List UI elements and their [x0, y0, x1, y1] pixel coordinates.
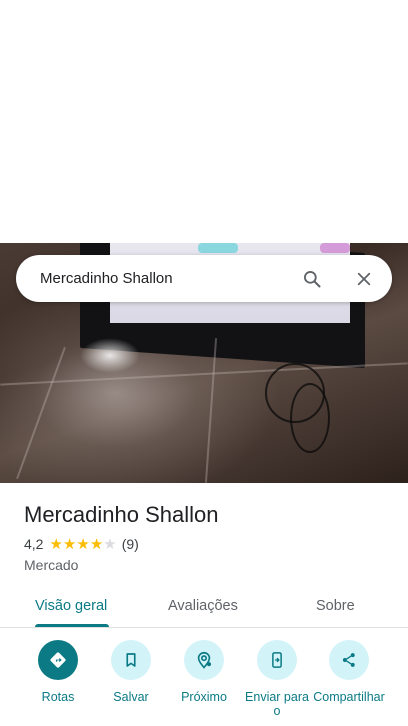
rating-stars: ★ ★ ★ ★ ★	[49, 537, 116, 552]
star-icon: ★	[62, 535, 77, 553]
star-icon: ★	[76, 535, 90, 553]
rating-value: 4,2	[24, 536, 44, 552]
close-icon[interactable]	[344, 259, 384, 299]
tab-overview[interactable]: Visão geral	[35, 584, 107, 628]
photo-tv-accent	[320, 243, 350, 253]
search-icon[interactable]	[292, 259, 332, 299]
nearby-label: Próximo	[181, 690, 227, 704]
save-label: Salvar	[113, 690, 149, 704]
photo-light-glare	[80, 338, 140, 373]
share-icon	[329, 640, 369, 680]
nearby-button[interactable]: Próximo	[164, 640, 244, 704]
tab-active-indicator	[35, 624, 109, 627]
rating-row[interactable]: 4,2 ★ ★ ★ ★ ★ (9)	[24, 536, 139, 552]
star-icon: ★	[49, 535, 63, 553]
directions-button[interactable]: Rotas	[18, 640, 98, 704]
star-icon: ★	[103, 535, 117, 553]
search-input[interactable]: Mercadinho Shallon	[40, 270, 292, 287]
bookmark-icon	[111, 640, 151, 680]
tab-about[interactable]: Sobre	[316, 584, 355, 628]
place-title: Mercadinho Shallon	[24, 502, 219, 527]
save-button[interactable]: Salvar	[91, 640, 171, 704]
search-bar[interactable]: Mercadinho Shallon	[16, 255, 392, 302]
photo-tv-accent	[198, 243, 238, 253]
share-button[interactable]: Compartilhar	[309, 640, 389, 704]
send-to-phone-button[interactable]: Enviar para o	[237, 640, 317, 718]
action-buttons: Rotas Salvar Próximo Enviar para o Compa…	[0, 640, 408, 726]
directions-label: Rotas	[41, 690, 75, 704]
place-category[interactable]: Mercado	[24, 557, 78, 573]
place-tabs: Visão geral Avaliações Sobre	[0, 584, 408, 628]
nearby-icon	[184, 640, 224, 680]
review-count[interactable]: (9)	[122, 536, 139, 552]
tab-reviews[interactable]: Avaliações	[168, 584, 238, 628]
photo-cable	[290, 383, 330, 453]
directions-icon	[38, 640, 78, 680]
send-to-phone-icon	[257, 640, 297, 680]
star-icon: ★	[89, 535, 104, 553]
share-label: Compartilhar	[313, 690, 385, 704]
send-to-phone-label: Enviar para o	[245, 690, 309, 718]
